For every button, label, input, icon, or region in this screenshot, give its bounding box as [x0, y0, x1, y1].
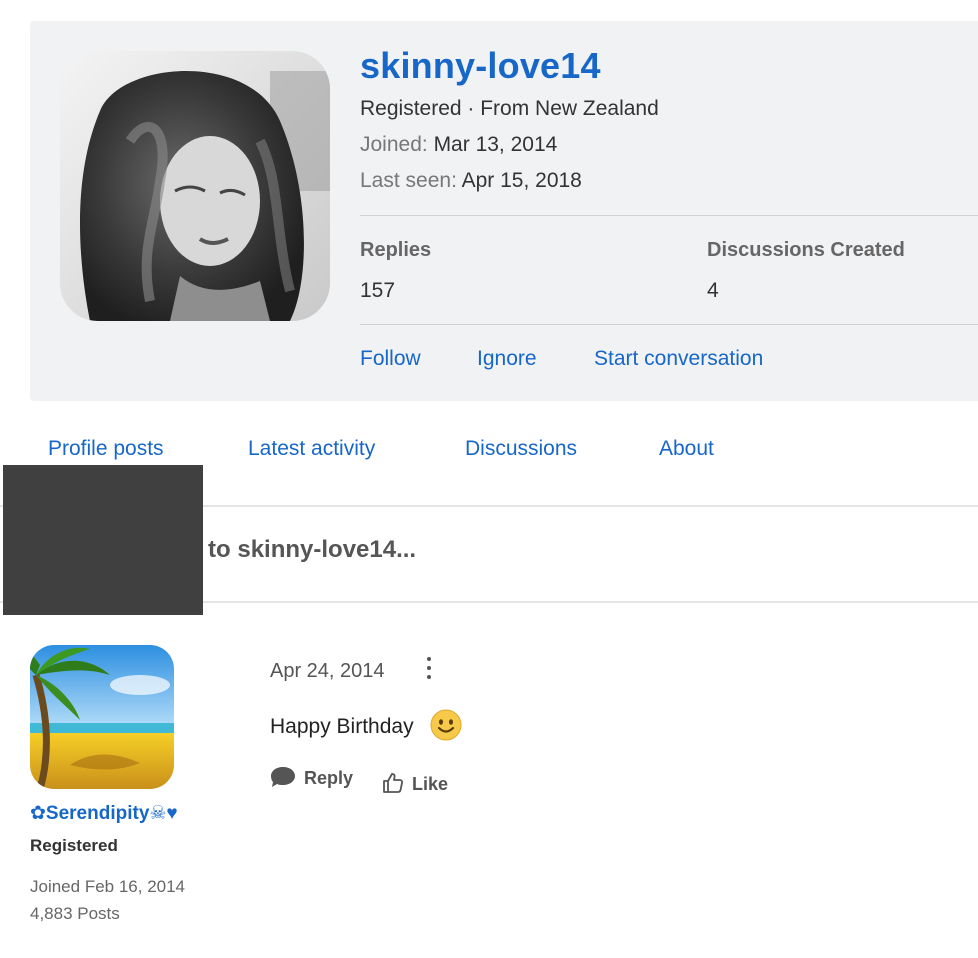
- more-options-icon[interactable]: [418, 654, 440, 682]
- follow-button[interactable]: Follow: [360, 347, 421, 371]
- last-seen-label: Last seen:: [360, 169, 457, 192]
- smiley-emoji-icon: [430, 709, 462, 741]
- reply-button[interactable]: Reply: [270, 766, 353, 789]
- tab-latest-activity[interactable]: Latest activity: [248, 437, 375, 461]
- thumbs-up-icon: [383, 773, 404, 793]
- poster-username[interactable]: ✿Serendipity☠♥: [30, 802, 178, 825]
- divider: [360, 215, 978, 216]
- tab-discussions[interactable]: Discussions: [465, 437, 577, 461]
- beach-palm-image: [30, 645, 174, 789]
- profile-last-seen: Last seen: Apr 15, 2018: [360, 169, 582, 193]
- like-button[interactable]: Like: [382, 772, 448, 795]
- start-conversation-button[interactable]: Start conversation: [594, 347, 763, 371]
- joined-label: Joined:: [360, 133, 428, 156]
- joined-value: Mar 13, 2014: [433, 133, 558, 156]
- profile-status-line: Registered · From New Zealand: [360, 97, 659, 120]
- profile-avatar[interactable]: [60, 51, 330, 321]
- tab-about[interactable]: About: [659, 437, 714, 461]
- replies-label: Replies: [360, 239, 432, 261]
- poster-role: Registered: [30, 836, 118, 855]
- post-text: Happy Birthday: [270, 715, 414, 738]
- discussions-created-value[interactable]: 4: [707, 279, 719, 303]
- post-date[interactable]: Apr 24, 2014: [270, 660, 385, 683]
- replies-value[interactable]: 157: [360, 279, 395, 303]
- reply-label: Reply: [304, 768, 354, 788]
- profile-username[interactable]: skinny-love14: [360, 45, 601, 87]
- poster-avatar[interactable]: [30, 645, 174, 789]
- discussions-created-label: Discussions Created: [707, 239, 905, 261]
- speech-bubble-icon: [271, 767, 295, 787]
- last-seen-value: Apr 15, 2018: [461, 169, 582, 192]
- redaction-box: [3, 465, 203, 615]
- profile-card: skinny-love14 Registered · From New Zeal…: [30, 21, 978, 401]
- divider: [360, 324, 978, 325]
- tab-profile-posts[interactable]: Profile posts: [48, 437, 164, 461]
- ignore-button[interactable]: Ignore: [477, 347, 537, 371]
- like-label: Like: [412, 774, 449, 794]
- profile-joined: Joined: Mar 13, 2014: [360, 133, 557, 157]
- poster-post-count: 4,883 Posts: [30, 904, 120, 923]
- profile-photo-image: [60, 51, 330, 321]
- poster-joined: Joined Feb 16, 2014: [30, 877, 186, 896]
